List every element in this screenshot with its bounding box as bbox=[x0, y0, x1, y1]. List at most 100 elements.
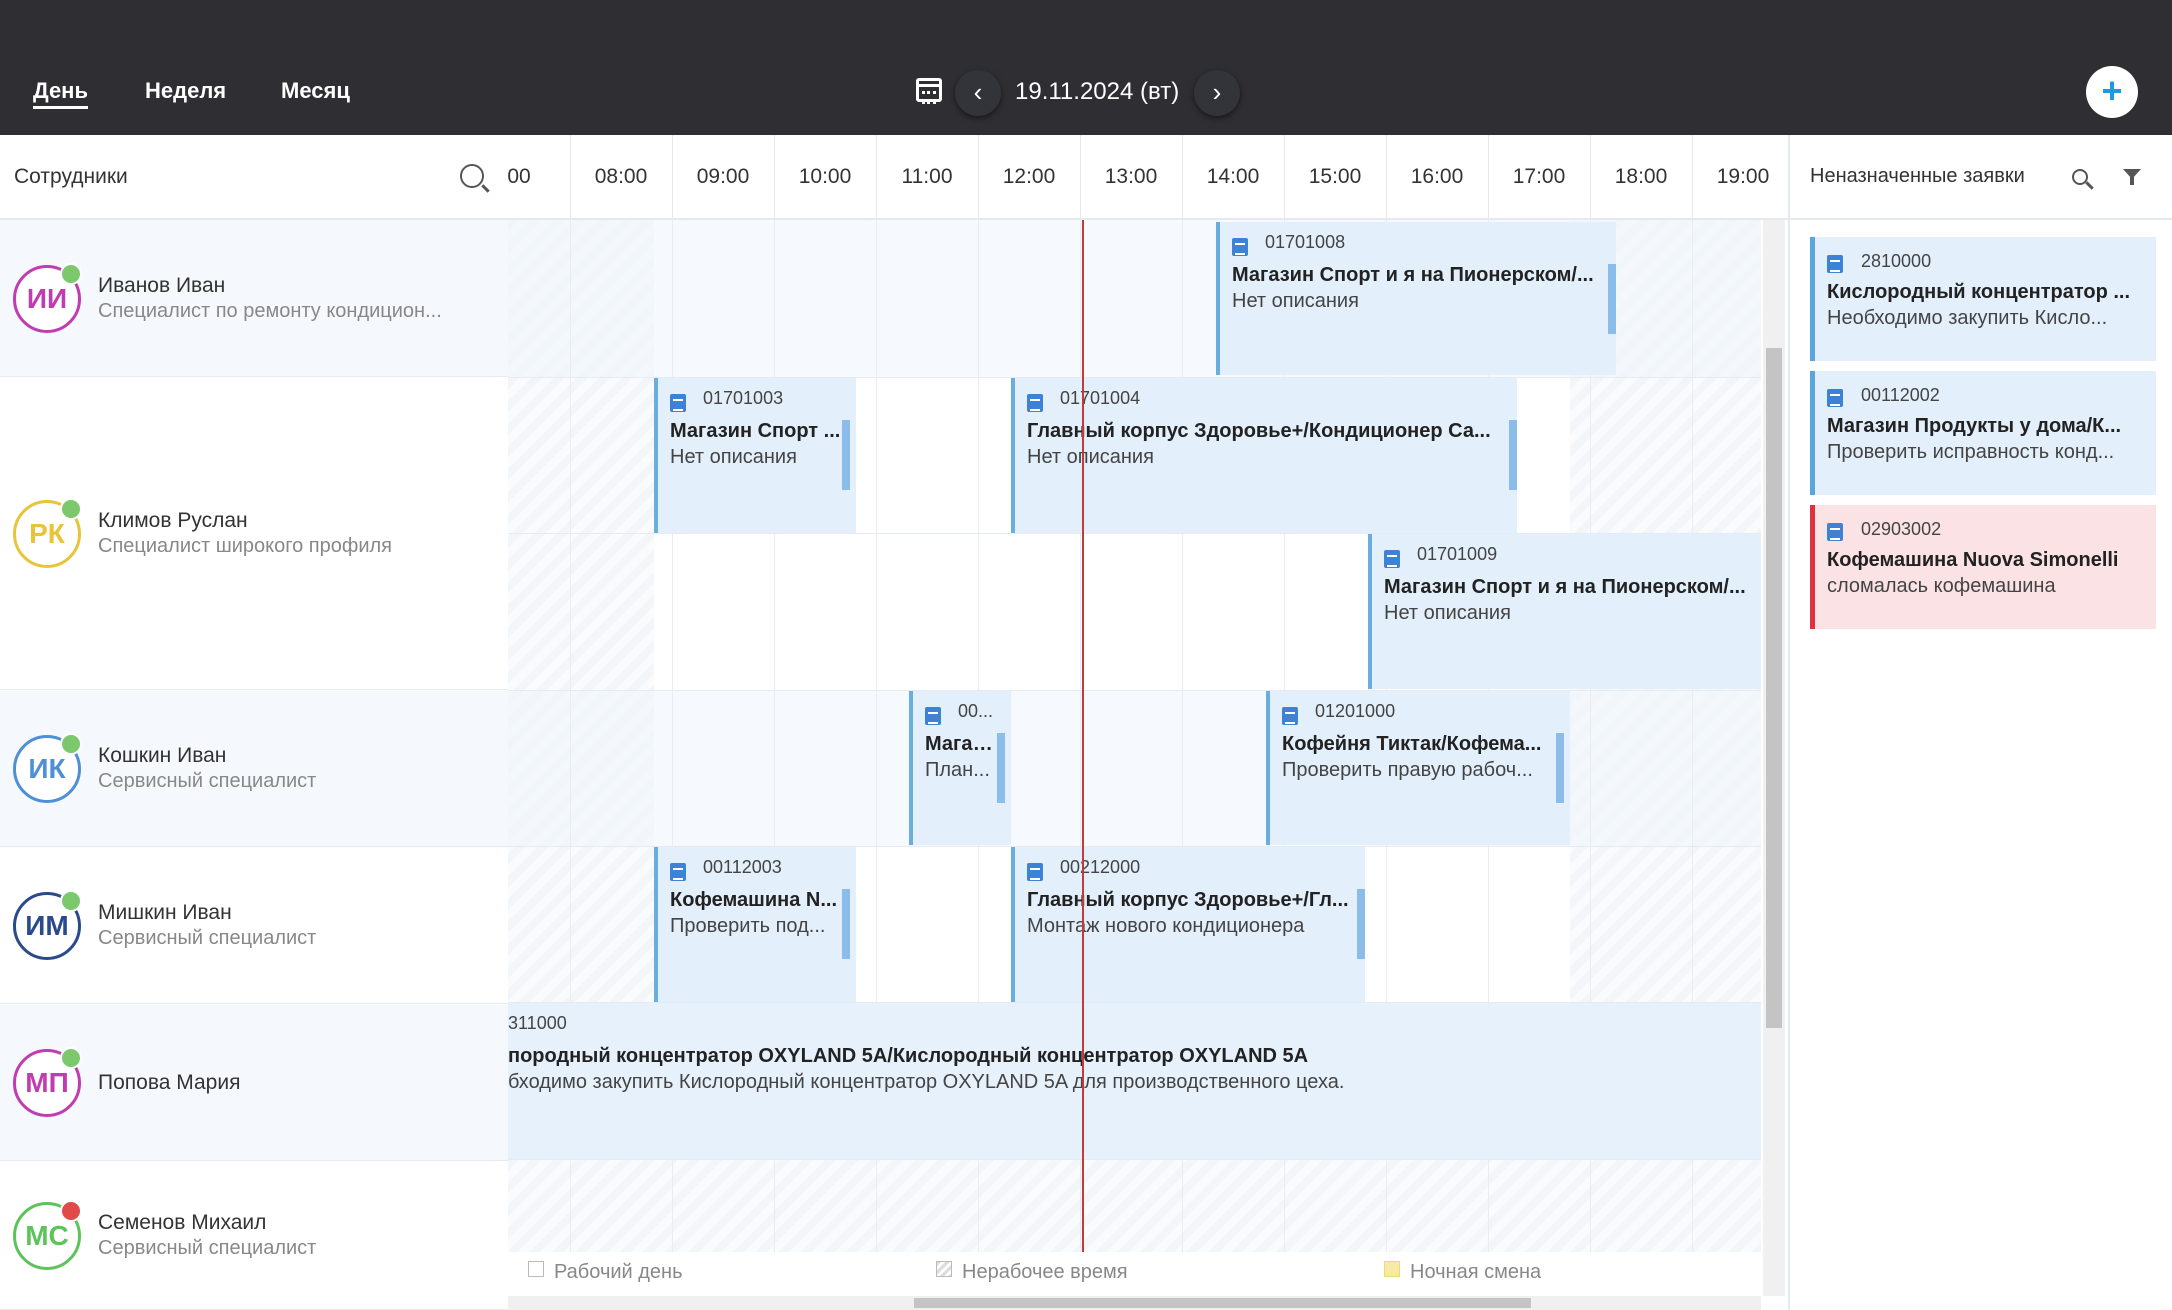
prev-day-button[interactable]: ‹ bbox=[955, 70, 1001, 116]
search-icon[interactable] bbox=[2072, 169, 2088, 185]
resize-handle[interactable] bbox=[842, 889, 850, 959]
resize-handle[interactable] bbox=[1608, 264, 1616, 334]
event-title: Магазин Спорт и я на Пионерском/... bbox=[1384, 576, 1746, 598]
vertical-scrollbar[interactable] bbox=[1763, 220, 1785, 1296]
employee-row[interactable]: ИК Кошкин Иван Сервисный специалист bbox=[0, 691, 508, 847]
schedule-grid[interactable]: 01701008 Магазин Спорт и я на Пионерском… bbox=[508, 220, 1761, 1256]
search-icon[interactable] bbox=[460, 164, 484, 188]
card-number: 02903002 bbox=[1861, 519, 1942, 539]
unassigned-card[interactable]: 2810000 Кислородный концентратор ... Нео… bbox=[1810, 237, 2156, 361]
event-card[interactable]: 01701009 Магазин Спорт и я на Пионерском… bbox=[1368, 534, 1761, 689]
unassigned-card[interactable]: 00112002 Магазин Продукты у дома/К... Пр… bbox=[1810, 371, 2156, 495]
event-title: Главный корпус Здоровье+/Гл... bbox=[1027, 889, 1349, 911]
legend-night-shift: Ночная смена bbox=[1410, 1261, 1542, 1283]
status-indicator bbox=[60, 890, 82, 912]
event-desc: Нет описания bbox=[1027, 446, 1154, 468]
horizontal-scrollbar[interactable] bbox=[508, 1296, 1761, 1310]
legend-non-working: Нерабочее время bbox=[962, 1261, 1128, 1283]
event-desc: Монтаж нового кондиционера bbox=[1027, 915, 1305, 937]
current-date[interactable]: 19.11.2024 (вт) bbox=[1015, 78, 1179, 106]
event-card[interactable]: 01201000 Кофейня Тиктак/Кофема... Провер… bbox=[1266, 691, 1570, 845]
event-card[interactable]: 00212000 Главный корпус Здоровье+/Гл... … bbox=[1011, 847, 1365, 1002]
event-title: Магазин Спорт и я на Пионерском/... bbox=[1232, 264, 1594, 286]
event-card[interactable]: 311000 породный концентратор OXYLAND 5A/… bbox=[508, 1003, 1761, 1159]
employee-role: Специалист по ремонту кондицион... bbox=[98, 299, 442, 322]
clipboard-icon bbox=[1027, 394, 1043, 412]
calendar-icon[interactable] bbox=[916, 78, 942, 104]
status-indicator bbox=[60, 1047, 82, 1069]
hour-label: 13:00 bbox=[1104, 165, 1158, 188]
resize-handle[interactable] bbox=[1357, 889, 1365, 959]
card-desc: Проверить исправность конд... bbox=[1827, 441, 2115, 463]
resize-handle[interactable] bbox=[842, 420, 850, 490]
add-button[interactable]: + bbox=[2086, 66, 2138, 118]
employee-name: Мишкин Иван bbox=[98, 901, 232, 924]
card-title: Кофемашина Nuova Simonelli bbox=[1827, 549, 2119, 571]
event-number: 01701004 bbox=[1060, 388, 1141, 408]
event-number: 01701003 bbox=[703, 388, 784, 408]
employee-role: Сервисный специалист bbox=[98, 770, 317, 792]
employee-row[interactable]: ИМ Мишкин Иван Сервисный специалист bbox=[0, 848, 508, 1004]
clipboard-icon bbox=[1827, 523, 1843, 541]
vertical-scroll-thumb[interactable] bbox=[1766, 348, 1782, 1028]
clipboard-icon bbox=[1282, 707, 1298, 725]
employee-role: Сервисный специалист bbox=[98, 927, 317, 949]
next-day-button[interactable]: › bbox=[1194, 70, 1240, 116]
event-title: Магазин Спорт ... bbox=[670, 420, 841, 442]
resize-handle[interactable] bbox=[1556, 733, 1564, 803]
clipboard-icon bbox=[925, 707, 941, 725]
non-working-swatch bbox=[936, 1261, 952, 1277]
event-title: Кофемашина N... bbox=[670, 889, 838, 911]
employee-name: Кошкин Иван bbox=[98, 744, 227, 767]
filter-icon[interactable] bbox=[2123, 169, 2141, 185]
event-card[interactable]: 00112003 Кофемашина N... Проверить под..… bbox=[654, 847, 856, 1002]
event-desc: План... bbox=[925, 759, 990, 781]
event-title: Магаз... bbox=[925, 733, 997, 755]
employee-name: Семенов Михаил bbox=[98, 1211, 267, 1234]
event-desc: Нет описания bbox=[1232, 290, 1359, 312]
hour-label: 15:00 bbox=[1308, 165, 1362, 188]
status-indicator bbox=[60, 498, 82, 520]
event-number: 311000 bbox=[508, 1013, 567, 1033]
event-card[interactable]: 01701004 Главный корпус Здоровье+/Кондиц… bbox=[1011, 378, 1517, 533]
employee-role: Специалист широкого профиля bbox=[98, 535, 393, 557]
employee-row[interactable]: МП Попова Мария bbox=[0, 1005, 508, 1161]
event-card[interactable]: 01701003 Магазин Спорт ... Нет описания bbox=[654, 378, 856, 533]
resize-handle[interactable] bbox=[1509, 420, 1517, 490]
employee-row[interactable]: РК Климов Руслан Специалист широкого профи… bbox=[0, 378, 508, 690]
status-indicator bbox=[60, 262, 82, 285]
hour-label: 10:00 bbox=[798, 165, 852, 188]
hour-label: 14:00 bbox=[1206, 165, 1260, 188]
legend: Рабочий день Нерабочее время Ночная смен… bbox=[508, 1252, 1761, 1296]
tab-week[interactable]: Неделя bbox=[145, 78, 226, 104]
hour-label: 18:00 bbox=[1614, 165, 1668, 188]
employee-row[interactable]: МС Семенов Михаил Сервисный специалист bbox=[0, 1162, 508, 1310]
night-shift-swatch bbox=[1384, 1261, 1400, 1277]
event-number: 00112003 bbox=[703, 857, 782, 877]
clipboard-icon bbox=[670, 394, 686, 412]
event-title: Кофейня Тиктак/Кофема... bbox=[1282, 733, 1542, 755]
event-number: 00212000 bbox=[1060, 857, 1141, 877]
event-title: породный концентратор OXYLAND 5A/Кислоро… bbox=[508, 1045, 1309, 1067]
tab-day[interactable]: День bbox=[33, 78, 88, 104]
employees-title: Сотрудники bbox=[14, 165, 128, 188]
event-number: 01701008 bbox=[1265, 232, 1346, 252]
tab-month[interactable]: Месяц bbox=[281, 78, 350, 104]
hour-label: 09:00 bbox=[696, 165, 750, 188]
unassigned-card[interactable]: 02903002 Кофемашина Nuova Simonelli слом… bbox=[1810, 505, 2156, 629]
event-desc: Нет описания bbox=[670, 446, 797, 468]
event-card[interactable]: 01701008 Магазин Спорт и я на Пионерском… bbox=[1216, 222, 1616, 375]
clipboard-icon bbox=[1827, 255, 1843, 273]
resize-handle[interactable] bbox=[997, 733, 1005, 803]
card-title: Кислородный концентратор ... bbox=[1827, 281, 2131, 303]
hour-label: 08:00 bbox=[594, 165, 648, 188]
horizontal-scroll-thumb[interactable] bbox=[914, 1298, 1531, 1308]
event-card[interactable]: 00... Магаз... План... bbox=[909, 691, 1011, 845]
status-indicator bbox=[60, 733, 82, 755]
clipboard-icon bbox=[1827, 389, 1843, 407]
hour-label: 00 bbox=[508, 165, 531, 188]
hour-label: 11:00 bbox=[901, 165, 953, 188]
employee-row[interactable]: ИИ Иванов Иван Специалист по ремонту конди… bbox=[0, 220, 508, 377]
current-time-line bbox=[1082, 220, 1084, 1256]
event-title: Главный корпус Здоровье+/Кондиционер Са.… bbox=[1027, 420, 1491, 442]
